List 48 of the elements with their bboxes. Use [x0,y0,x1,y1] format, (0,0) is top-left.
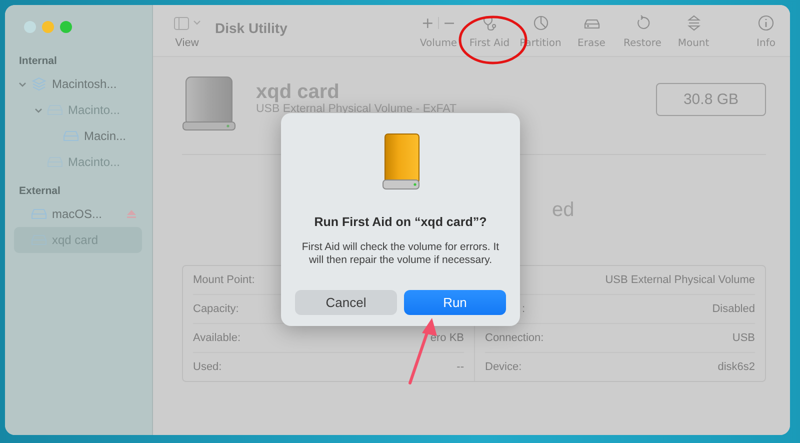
remove-icon[interactable]: − [443,14,456,32]
drive-icon [63,130,79,142]
toolbar-button[interactable]: Info [746,5,786,49]
sidebar-item[interactable]: macOS... [14,201,142,227]
cancel-button[interactable]: Cancel [295,290,397,315]
toolbar-button[interactable]: + − Volume [413,5,464,49]
info-icon [757,14,775,32]
dialog-title: Run First Aid on “xqd card”? [314,215,487,229]
chevron-icon[interactable] [34,106,42,114]
window-title: Disk Utility [214,19,288,36]
field-label: : [521,303,526,315]
sidebar-icon[interactable] [174,16,188,30]
sidebar-item[interactable]: Macin... [14,123,142,149]
add-icon[interactable]: + [421,14,434,32]
pie-chart-icon [532,14,550,32]
section-header: External [18,184,62,199]
sidebar-item[interactable]: Macintosh... [14,71,142,97]
drive-icon [182,76,236,131]
field-value: ero KB [430,332,464,344]
field-value: Disabled [712,303,755,315]
drive-icon [31,208,47,220]
field-label: Available: [193,332,240,344]
close-button[interactable] [24,21,36,33]
field-value: -- [456,361,464,373]
toolbar-label: View [175,37,199,49]
dialog-message: First Aid will check the volume for errors. It will then repair the volume if necessary. [301,241,500,266]
drive-icon [382,133,420,191]
field-label: Connection: [485,332,544,344]
field-label: Capacity: [193,303,239,315]
field-value: USB External Physical Volume [605,274,755,286]
field-label: Used: [193,361,222,373]
chevron-icon[interactable] [192,20,200,26]
field-label: Mount Point: [193,274,255,286]
field-value: USB [732,332,755,344]
section-header: Internal [18,54,58,69]
layers-icon [31,76,47,92]
toolbar-button[interactable]: Mount [668,5,719,49]
field-value: disk6s2 [718,361,755,373]
capacity-label: 30.8 GB [656,83,766,116]
toolbar-button[interactable]: Restore [617,5,668,49]
toolbar-button[interactable]: Erase [566,5,617,49]
eject-icon[interactable] [127,210,136,218]
run-button[interactable]: Run [404,290,506,315]
toolbar-button[interactable]: First Aid [464,5,515,49]
minimize-button[interactable] [42,21,54,33]
zoom-button[interactable] [60,21,72,33]
chevron-icon[interactable] [18,80,26,88]
field-label: Device: [485,361,522,373]
